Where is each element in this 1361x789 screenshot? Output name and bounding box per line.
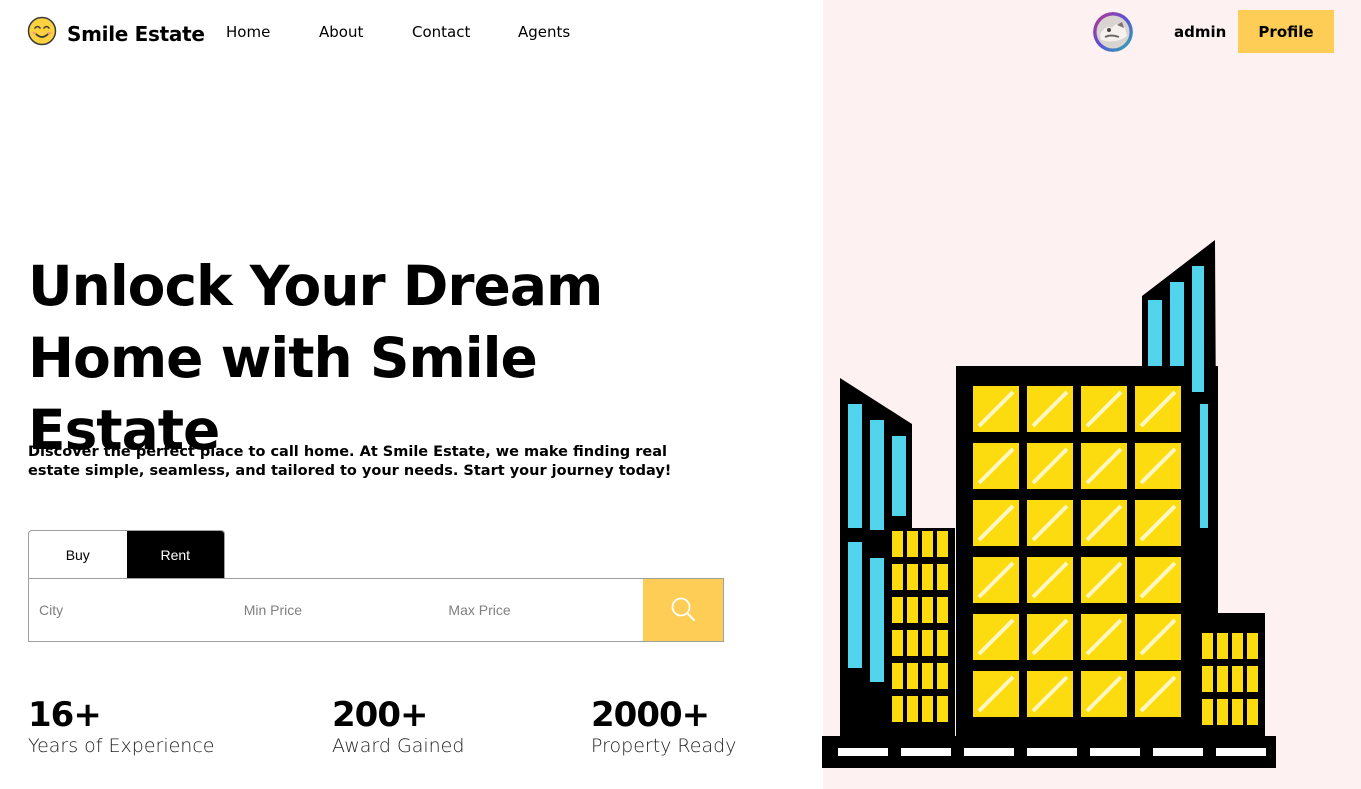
hero-title: Unlock Your Dream Home with Smile Estate — [28, 250, 728, 466]
stat-value: 16+ — [28, 695, 102, 735]
listing-type-tabs: Buy Rent — [28, 530, 225, 578]
stat-experience: 16+ Years of Experience — [28, 695, 214, 757]
tab-rent[interactable]: Rent — [126, 531, 224, 578]
tab-buy[interactable]: Buy — [29, 531, 127, 578]
stat-awards: 200+ Award Gained — [332, 695, 464, 757]
nav-home-link[interactable]: Home — [226, 23, 270, 41]
min-price-input[interactable] — [233, 579, 439, 641]
max-price-input[interactable] — [438, 579, 644, 641]
property-search-form — [28, 578, 724, 642]
hero-title-line-1: Unlock Your Dream — [28, 254, 603, 318]
hero-title-line-2: Home with Smile Estate — [28, 326, 538, 462]
stat-label: Years of Experience — [28, 735, 215, 757]
stat-properties: 2000+ Property Ready — [591, 695, 736, 757]
stat-label: Property Ready — [591, 735, 737, 757]
nav-about-link[interactable]: About — [319, 23, 363, 41]
user-avatar[interactable] — [1093, 12, 1133, 52]
stat-label: Award Gained — [332, 735, 465, 757]
city-input[interactable] — [29, 579, 234, 641]
nav-agents-link[interactable]: Agents — [518, 23, 570, 41]
stat-value: 2000+ — [591, 695, 710, 735]
brand-logo[interactable]: Smile Estate — [27, 16, 205, 51]
smile-face-icon — [27, 16, 57, 51]
nav-contact-link[interactable]: Contact — [412, 23, 470, 41]
stat-value: 200+ — [332, 695, 428, 735]
profile-button[interactable]: Profile — [1238, 10, 1334, 53]
search-button[interactable] — [643, 579, 723, 641]
hero-description: Discover the perfect place to call home.… — [28, 444, 672, 479]
brand-name: Smile Estate — [67, 21, 205, 46]
user-name: admin — [1174, 23, 1227, 41]
search-icon — [670, 596, 696, 625]
building-illustration — [820, 238, 1280, 775]
